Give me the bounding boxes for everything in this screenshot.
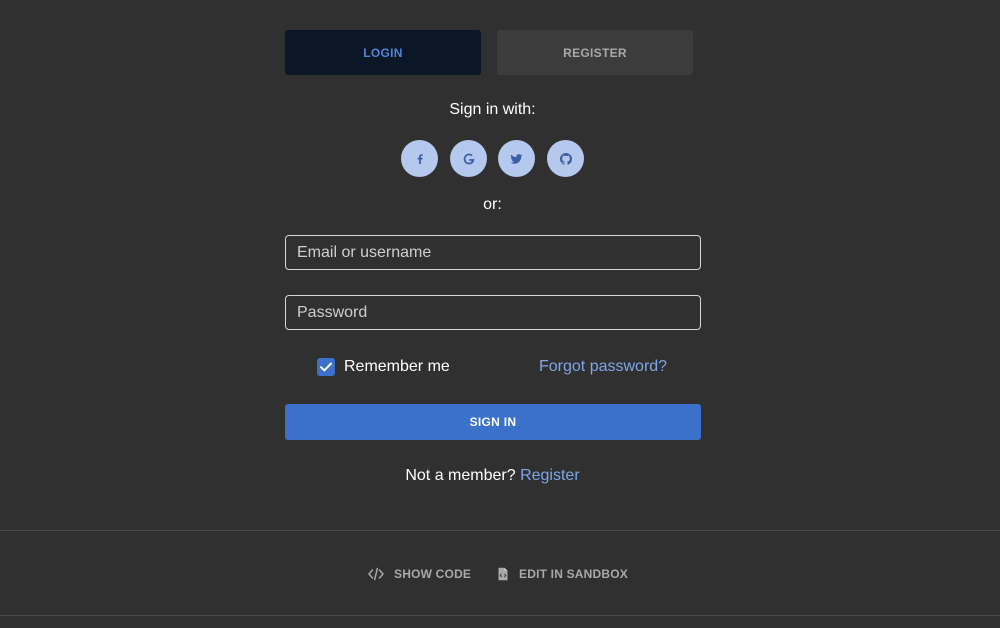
tab-login[interactable]: LOGIN <box>285 30 481 75</box>
remember-me-checkbox[interactable]: Remember me <box>317 357 450 376</box>
sign-in-button[interactable]: SIGN IN <box>285 404 701 440</box>
github-login-button[interactable] <box>547 140 584 177</box>
not-a-member-text: Not a member? <box>405 467 516 484</box>
password-field[interactable] <box>285 295 701 330</box>
register-link[interactable]: Register <box>520 467 580 484</box>
auth-tabs: LOGIN REGISTER <box>285 30 693 75</box>
social-login-buttons <box>401 140 584 177</box>
show-code-label: SHOW CODE <box>394 567 472 581</box>
or-divider-text: or: <box>483 196 502 213</box>
facebook-icon <box>417 153 423 164</box>
checkbox-checked[interactable] <box>317 357 335 376</box>
bottom-border <box>0 615 1000 616</box>
sign-in-with-heading: Sign in with: <box>449 101 536 118</box>
checkmark-icon <box>320 362 332 371</box>
email-field[interactable] <box>285 235 701 270</box>
tab-register[interactable]: REGISTER <box>497 30 693 75</box>
code-icon <box>368 567 384 581</box>
edit-in-sandbox-label: EDIT IN SANDBOX <box>519 567 629 581</box>
register-prompt: Not a member? Register <box>0 467 985 485</box>
twitter-login-button[interactable] <box>498 140 535 177</box>
footer-divider <box>0 530 1000 531</box>
show-code-button[interactable]: SHOW CODE <box>368 564 471 584</box>
file-code-icon <box>498 567 508 581</box>
google-login-button[interactable] <box>450 140 487 177</box>
facebook-login-button[interactable] <box>401 140 438 177</box>
remember-me-label: Remember me <box>344 357 450 375</box>
edit-in-sandbox-button[interactable]: EDIT IN SANDBOX <box>497 564 628 584</box>
footer-actions: SHOW CODE EDIT IN SANDBOX <box>0 564 1000 584</box>
github-icon <box>559 152 572 165</box>
twitter-icon <box>510 153 523 164</box>
forgot-password-link[interactable]: Forgot password? <box>539 357 667 376</box>
google-icon <box>463 153 474 164</box>
